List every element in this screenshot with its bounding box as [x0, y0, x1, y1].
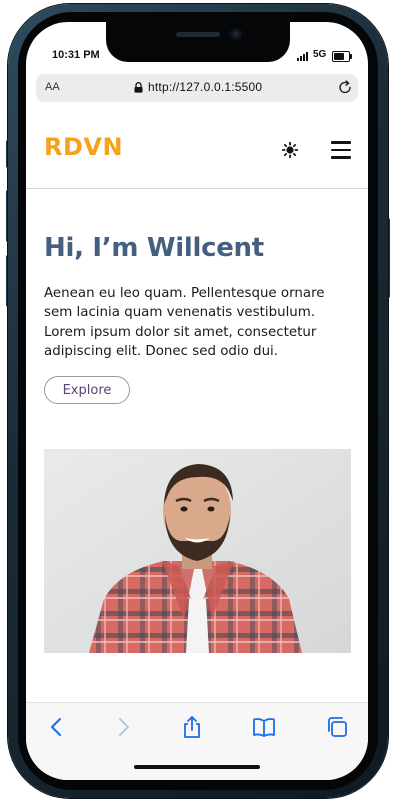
text-size-button[interactable]: AA: [45, 81, 60, 93]
site-logo[interactable]: RDVN: [44, 133, 123, 161]
reload-icon[interactable]: [337, 79, 353, 95]
sun-icon[interactable]: [282, 142, 298, 158]
forward-arrow-icon[interactable]: [111, 715, 135, 739]
browser-toolbar: [26, 702, 368, 780]
address-bar[interactable]: AA http://127.0.0.1:5500: [36, 74, 358, 102]
speaker-grille: [176, 32, 220, 37]
phone-notch: [106, 22, 290, 62]
lock-icon: [134, 82, 143, 93]
phone-mockup: 10:31 PM 5G AA http://127.0.0.1:5500 RDV…: [0, 0, 404, 803]
back-arrow-icon[interactable]: [45, 715, 69, 739]
bookmarks-icon[interactable]: [252, 715, 276, 739]
network-type: 5G: [313, 49, 327, 60]
phone-screen: 10:31 PM 5G AA http://127.0.0.1:5500 RDV…: [26, 22, 368, 780]
explore-button[interactable]: Explore: [44, 376, 130, 404]
signal-icon: [297, 52, 311, 61]
status-time: 10:31 PM: [52, 49, 100, 61]
url-text[interactable]: http://127.0.0.1:5500: [148, 80, 262, 94]
portrait-photo: [44, 449, 351, 653]
front-camera: [230, 28, 242, 40]
hamburger-menu-icon[interactable]: [331, 141, 351, 159]
battery-fill: [334, 53, 345, 60]
home-indicator: [134, 765, 260, 769]
site-header: RDVN: [26, 112, 368, 189]
battery-icon: [332, 51, 352, 62]
hero-description: Aenean eu leo quam. Pellentesque ornare …: [44, 286, 325, 360]
share-icon[interactable]: [180, 715, 204, 739]
tabs-icon[interactable]: [325, 715, 349, 739]
hero-title: Hi, I’m Willcent: [44, 233, 264, 263]
